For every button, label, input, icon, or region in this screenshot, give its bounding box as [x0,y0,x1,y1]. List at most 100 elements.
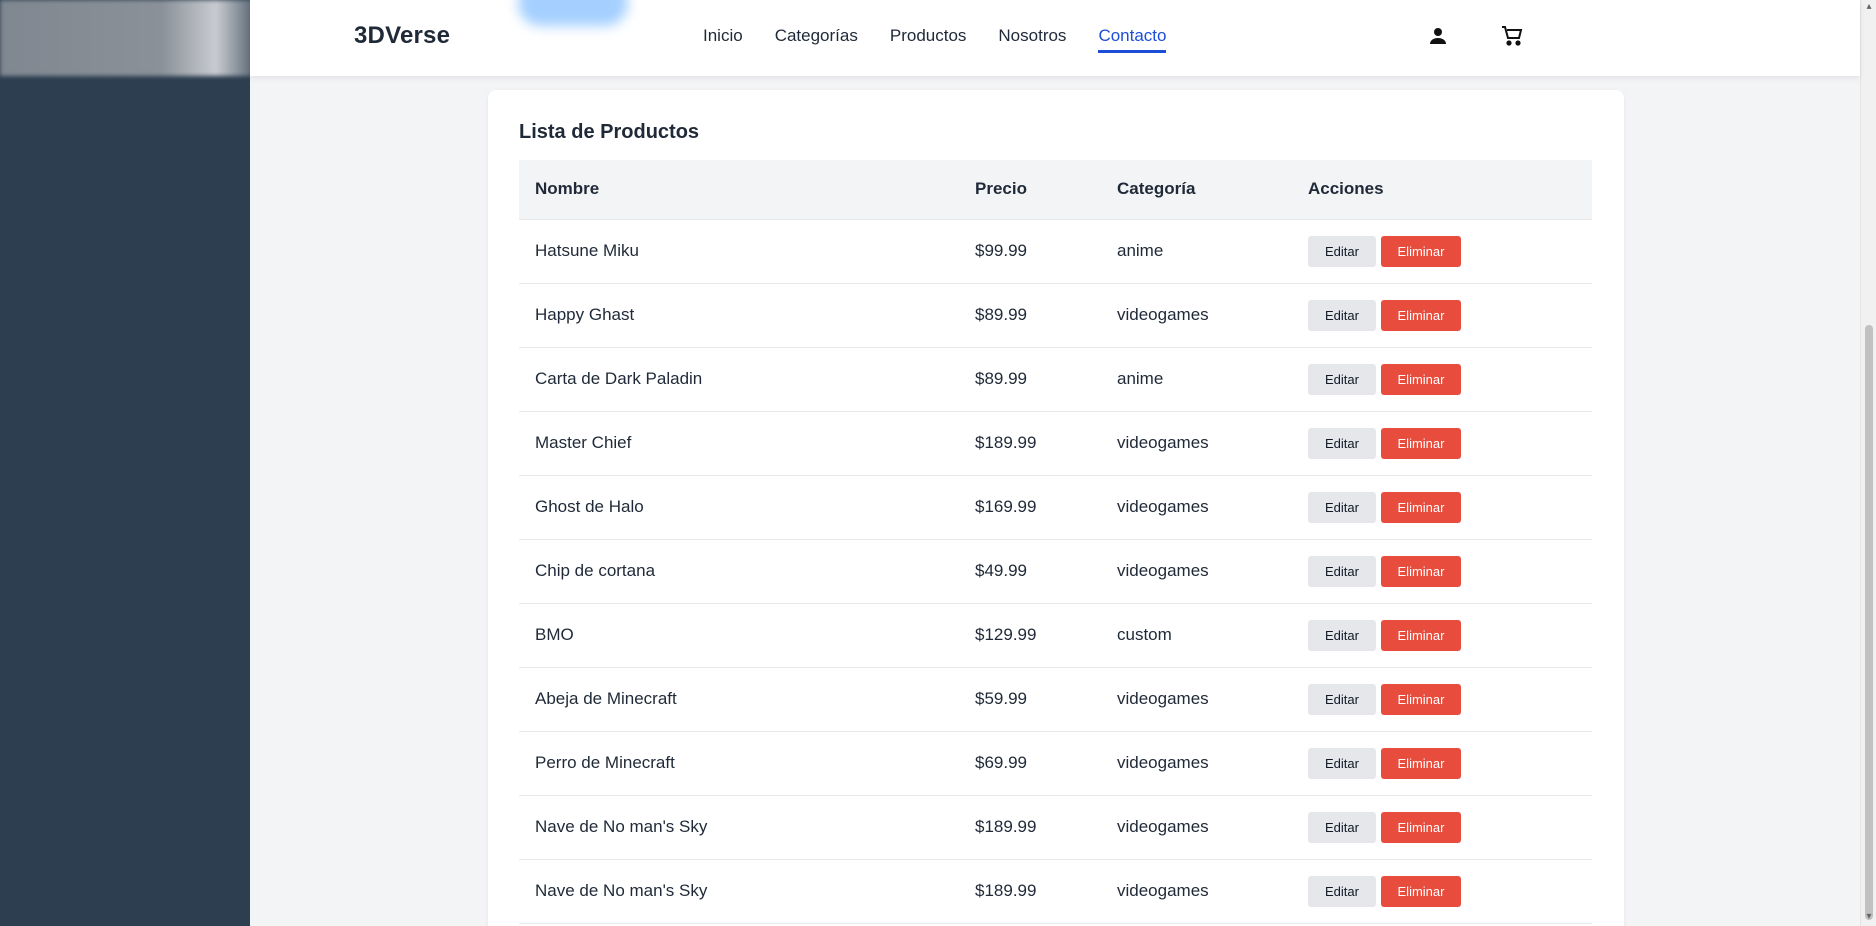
table-row: Nave de No man's Sky $189.99 videogames Edi… [519,795,1592,859]
scroll-up-icon[interactable]: ▴ [1864,2,1874,12]
top-header: 3DVerse Inicio Categorías Productos Noso… [250,0,1860,76]
product-category: videogames [1117,753,1209,772]
delete-button[interactable]: Eliminar [1381,299,1461,331]
delete-button[interactable]: Eliminar [1381,427,1461,459]
edit-button[interactable]: Editar [1308,427,1376,459]
header-nombre: Nombre [519,160,959,220]
nav-productos[interactable]: Productos [890,26,967,53]
edit-button[interactable]: Editar [1308,363,1376,395]
product-name: Happy Ghast [535,305,635,324]
product-category: videogames [1117,817,1209,836]
table-row: Happy Ghast $89.99 videogames Editar Elimina… [519,283,1592,347]
product-actions: Editar Eliminar [1292,283,1592,347]
product-category: videogames [1117,433,1209,452]
product-price: $59.99 [975,689,1027,708]
edit-button[interactable]: Editar [1308,235,1376,267]
product-name: BMO [535,625,574,644]
product-actions: Editar Eliminar [1292,219,1592,283]
header-precio: Precio [959,160,1101,220]
delete-button[interactable]: Eliminar [1381,619,1461,651]
delete-button[interactable]: Eliminar [1381,747,1461,779]
nav-categorias[interactable]: Categorías [775,26,858,53]
brand-logo[interactable]: 3DVerse [354,22,450,50]
header-decoration [518,0,628,26]
delete-button[interactable]: Eliminar [1381,811,1461,843]
nav-contacto[interactable]: Contacto [1098,26,1167,53]
edit-button[interactable]: Editar [1308,299,1376,331]
table-row: BMO $129.99 custom Editar Eliminar [519,603,1592,667]
product-category: videogames [1117,689,1209,708]
product-actions: Editar Eliminar [1292,795,1592,859]
product-price: $99.99 [975,241,1027,260]
product-price: $189.99 [975,433,1037,452]
product-actions: Editar Eliminar [1292,539,1592,603]
products-card: Lista de Productos Nombre Precio Categor… [488,90,1624,926]
product-actions: Editar Eliminar [1292,603,1592,667]
edit-button[interactable]: Editar [1308,875,1376,907]
table-header-row: Nombre Precio Categoría Acciones [519,160,1592,220]
product-name: Carta de Dark Paladin [535,369,703,388]
edit-button[interactable]: Editar [1308,619,1376,651]
delete-button[interactable]: Eliminar [1381,875,1461,907]
table-body: Hatsune Miku $99.99 anime Editar Eliminar Hap… [519,219,1592,923]
nav-inicio[interactable]: Inicio [703,26,743,53]
product-category: videogames [1117,305,1209,324]
table-row: Chip de cortana $49.99 videogames Editar Eli… [519,539,1592,603]
table-row: Abeja de Minecraft $59.99 videogames Editar… [519,667,1592,731]
edit-button[interactable]: Editar [1308,683,1376,715]
product-name: Abeja de Minecraft [535,689,677,708]
card-title: Lista de Productos [519,121,700,143]
product-price: $189.99 [975,817,1037,836]
product-category: anime [1117,369,1164,388]
main-nav: Inicio Categorías Productos Nosotros Con… [703,26,1167,53]
delete-button[interactable]: Eliminar [1381,491,1461,523]
product-price: $89.99 [975,369,1027,388]
scroll-down-icon[interactable]: ▾ [1864,912,1874,922]
table-row: Ghost de Halo $169.99 videogames Editar Elim… [519,475,1592,539]
product-price: $49.99 [975,561,1027,580]
delete-button[interactable]: Eliminar [1381,235,1461,267]
sidebar-top-overlay [0,0,270,76]
product-actions: Editar Eliminar [1292,475,1592,539]
delete-button[interactable]: Eliminar [1381,683,1461,715]
cart-icon[interactable] [1500,24,1524,48]
table-row: Master Chief $189.99 videogames Editar Elimi… [519,411,1592,475]
table-row: Carta de Dark Paladin $89.99 anime Editar El… [519,347,1592,411]
products-table: Nombre Precio Categoría Acciones Hatsune… [519,160,1592,924]
product-price: $129.99 [975,625,1037,644]
product-category: custom [1117,625,1172,644]
edit-button[interactable]: Editar [1308,555,1376,587]
table-row: Hatsune Miku $99.99 anime Editar Eliminar [519,219,1592,283]
product-actions: Editar Eliminar [1292,347,1592,411]
table-row: Perro de Minecraft $69.99 videogames Editar… [519,731,1592,795]
edit-button[interactable]: Editar [1308,747,1376,779]
product-price: $89.99 [975,305,1027,324]
product-name: Nave de No man's Sky [535,881,708,900]
delete-button[interactable]: Eliminar [1381,555,1461,587]
delete-button[interactable]: Eliminar [1381,363,1461,395]
product-name: Ghost de Halo [535,497,644,516]
edit-button[interactable]: Editar [1308,811,1376,843]
product-actions: Editar Eliminar [1292,667,1592,731]
product-price: $69.99 [975,753,1027,772]
edit-button[interactable]: Editar [1308,491,1376,523]
product-name: Hatsune Miku [535,241,639,260]
product-actions: Editar Eliminar [1292,731,1592,795]
table-row: Nave de No man's Sky $189.99 videogames Edi… [519,859,1592,923]
user-icon[interactable] [1426,24,1450,48]
page: 3DVerse Inicio Categorías Productos Noso… [0,0,1876,926]
scrollbar[interactable]: ▴ ▾ [1860,0,1876,926]
product-category: videogames [1117,881,1209,900]
header-acciones: Acciones [1292,160,1592,220]
product-name: Perro de Minecraft [535,753,675,772]
nav-nosotros[interactable]: Nosotros [998,26,1066,53]
scroll-thumb[interactable] [1865,325,1873,920]
product-name: Chip de cortana [535,561,656,580]
product-price: $169.99 [975,497,1037,516]
product-name: Nave de No man's Sky [535,817,708,836]
sidebar [0,0,250,926]
product-category: anime [1117,241,1164,260]
header-categoria: Categoría [1101,160,1292,220]
product-price: $189.99 [975,881,1037,900]
header-icons [1426,24,1524,48]
